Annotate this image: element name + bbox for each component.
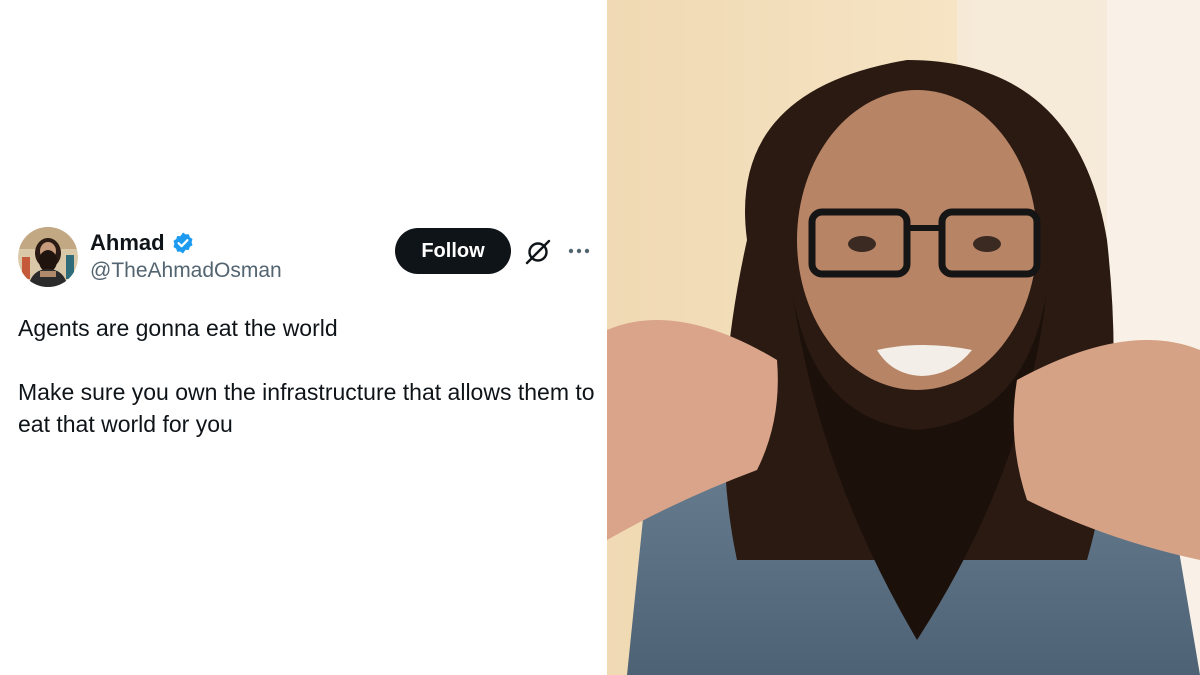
tweet-card: Ahmad @TheAhmadOsman Follow Agents are g… [0,0,607,675]
more-icon[interactable] [566,238,592,264]
video-still [607,0,1200,675]
tweet-line-1: Agents are gonna eat the world [18,315,338,341]
follow-button[interactable]: Follow [395,228,511,274]
avatar[interactable] [18,227,78,287]
author-handle[interactable]: @TheAhmadOsman [90,259,282,283]
author-name-row[interactable]: Ahmad [90,229,195,257]
video-still-image [607,0,1200,675]
author-display-name[interactable]: Ahmad [90,230,165,256]
grok-icon[interactable] [524,238,552,266]
tweet-text: Agents are gonna eat the world Make sure… [18,312,598,440]
verified-badge-icon [173,232,193,254]
tweet-line-2: Make sure you own the infrastructure tha… [18,379,595,437]
